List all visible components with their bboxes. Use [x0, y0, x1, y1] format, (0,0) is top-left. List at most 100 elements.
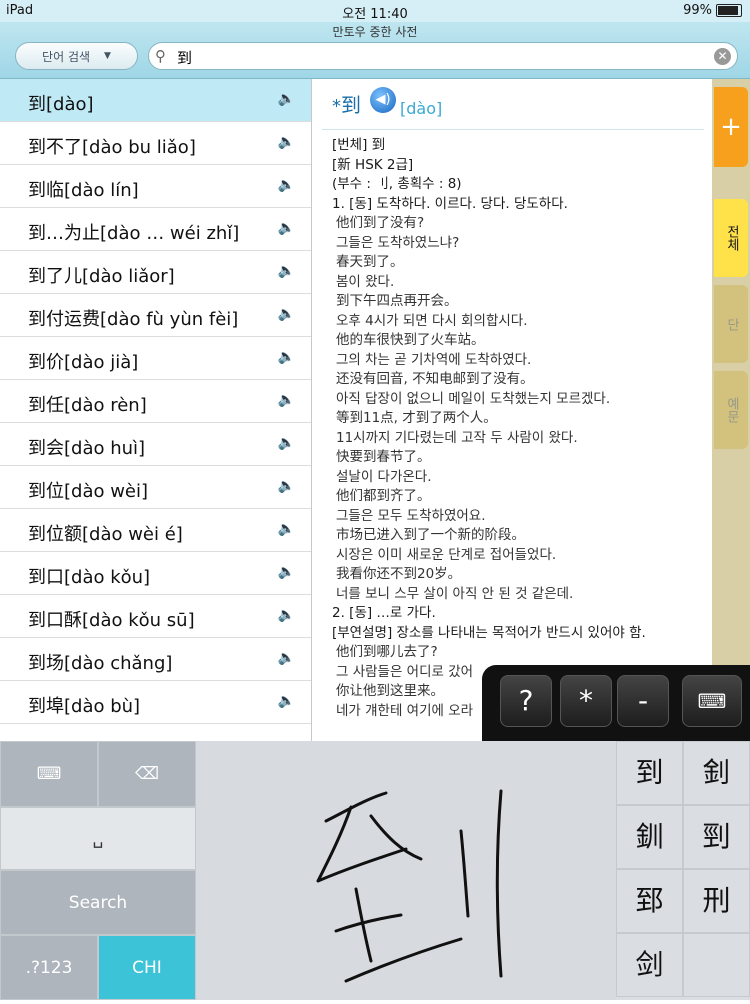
word-label: 到位[dào wèi]	[28, 481, 149, 502]
speaker-icon[interactable]: 🔈	[278, 435, 295, 451]
list-item[interactable]: 到…为止[dào … wéi zhǐ] 🔈	[0, 208, 311, 251]
search-input[interactable]	[175, 46, 699, 68]
search-field[interactable]: ⚲ ✕	[148, 42, 738, 70]
search-key[interactable]: Search	[0, 870, 196, 935]
candidate-empty	[683, 933, 750, 997]
speaker-icon[interactable]: 🔈	[278, 177, 295, 193]
candidate-char[interactable]: 剄	[683, 805, 750, 869]
example-line: 春天到了。	[336, 254, 404, 270]
example-line: 还没有回音, 不知电邮到了没有。	[336, 371, 534, 387]
example-line: 봄이 왔다.	[336, 273, 395, 290]
handwriting-pad[interactable]	[196, 741, 616, 1000]
list-item[interactable]: 到口酥[dào kǒu sū] 🔈	[0, 595, 311, 638]
tab-words[interactable]: 단	[714, 285, 748, 363]
definition-line: (부수 : 刂, 총획수 : 8)	[332, 176, 462, 192]
star-key[interactable]: *	[560, 675, 612, 727]
dash-key[interactable]: -	[617, 675, 669, 727]
list-item[interactable]: 到埠[dào bù] 🔈	[0, 681, 311, 724]
headword-text: 到	[341, 93, 361, 117]
search-mode-label: 단어 검색	[42, 49, 91, 64]
definition-text: [번체] 到 [新 HSK 2급] (부수 : 刂, 총획수 : 8) 1. [동] …	[332, 136, 707, 721]
list-item[interactable]: 到任[dào rèn] 🔈	[0, 380, 311, 423]
space-key[interactable]: ␣	[0, 807, 196, 870]
handwriting-toolbar: ? * - ⌨	[482, 665, 750, 741]
word-label: 到[dào]	[28, 94, 94, 115]
list-item[interactable]: 到口[dào kǒu] 🔈	[0, 552, 311, 595]
app-bar: 만토우 중한 사전 단어 검색 ▼ ⚲ ✕	[0, 22, 750, 79]
handwriting-strokes	[316, 789, 503, 983]
definition-line: 1. [동] 도착하다. 이르다. 당다. 당도하다.	[332, 195, 568, 212]
backspace-icon[interactable]: ⌫	[98, 741, 196, 807]
keyboard-icon[interactable]: ⌨	[682, 675, 742, 727]
word-label: 到…为止[dào … wéi zhǐ]	[28, 223, 240, 244]
list-item[interactable]: 到位额[dào wèi é] 🔈	[0, 509, 311, 552]
example-line: 오후 4시가 되면 다시 회의합시다.	[336, 312, 528, 329]
example-line: 快要到春节了。	[336, 449, 431, 465]
example-line: 그들은 도착하였느냐?	[336, 234, 460, 251]
candidate-char[interactable]: 到	[616, 741, 683, 805]
list-item[interactable]: 到[dào] 🔈	[0, 79, 311, 122]
clear-search-icon[interactable]: ✕	[714, 48, 731, 65]
list-item[interactable]: 到会[dào huì] 🔈	[0, 423, 311, 466]
numbers-key[interactable]: .?123	[0, 935, 98, 1000]
keyboard-hide-icon[interactable]: ⌨	[0, 741, 98, 807]
tab-examples[interactable]: 예문	[714, 371, 748, 449]
speaker-icon[interactable]: 🔈	[278, 91, 295, 107]
speaker-icon[interactable]: 🔈	[278, 521, 295, 537]
candidate-char[interactable]: 剑	[616, 933, 683, 997]
example-line: 他们都到齐了。	[336, 488, 431, 504]
list-item[interactable]: 到价[dào jià] 🔈	[0, 337, 311, 380]
definition-line: [부연설명] 장소를 나타내는 목적어가 반드시 있어야 함.	[332, 624, 646, 641]
speaker-icon[interactable]: 🔈	[278, 650, 295, 666]
candidate-panel: 到 釗 釧 剄 郅 刑 剑	[616, 741, 750, 1000]
search-mode-dropdown[interactable]: 단어 검색 ▼	[15, 42, 138, 70]
clock: 오전 11:40	[342, 7, 408, 22]
word-label: 到场[dào chǎng]	[28, 653, 173, 674]
list-item[interactable]: 到临[dào lín] 🔈	[0, 165, 311, 208]
list-item[interactable]: 到不了[dào bu liǎo] 🔈	[0, 122, 311, 165]
definition-line: [번체] 到	[332, 137, 386, 153]
example-line: 그들은 모두 도착하였어요.	[336, 507, 486, 524]
favorite-star[interactable]: *	[332, 96, 341, 117]
speaker-icon[interactable]: 🔈	[278, 478, 295, 494]
word-list[interactable]: 到[dào] 🔈 到不了[dào bu liǎo] 🔈 到临[dào lín] 🔈 到…为止…	[0, 79, 312, 744]
speaker-icon[interactable]: 🔈	[278, 263, 295, 279]
example-line: 너를 보니 스무 살이 아직 안 된 것 같은데.	[336, 585, 574, 602]
tab-all[interactable]: 전체	[714, 199, 748, 277]
word-label: 到任[dào rèn]	[28, 395, 147, 416]
speaker-icon[interactable]: ◀)	[370, 87, 396, 113]
candidate-char[interactable]: 刑	[683, 869, 750, 933]
candidate-char[interactable]: 釧	[616, 805, 683, 869]
handwriting-keyboard: ⌨ ⌫ ␣ Search .?123 CHI 到 釗 釧 剄 郅 刑 剑	[0, 741, 750, 1000]
word-label: 到埠[dào bù]	[28, 696, 141, 717]
language-key[interactable]: CHI	[98, 935, 196, 1000]
question-key[interactable]: ?	[500, 675, 552, 727]
example-line: 他们到哪儿去了?	[336, 644, 438, 660]
speaker-icon[interactable]: 🔈	[278, 392, 295, 408]
example-line: 到下午四点再开会。	[336, 293, 458, 309]
list-item[interactable]: 到位[dào wèi] 🔈	[0, 466, 311, 509]
speaker-icon[interactable]: 🔈	[278, 220, 295, 236]
list-item[interactable]: 到付运费[dào fù yùn fèi] 🔈	[0, 294, 311, 337]
battery-indicator: 99%	[683, 3, 742, 18]
list-item[interactable]: 到了儿[dào liǎor] 🔈	[0, 251, 311, 294]
add-tab[interactable]: +	[714, 87, 748, 167]
candidate-char[interactable]: 郅	[616, 869, 683, 933]
speaker-icon[interactable]: 🔈	[278, 607, 295, 623]
speaker-icon[interactable]: 🔈	[278, 349, 295, 365]
side-tabs: + 전체 단 예문	[712, 79, 750, 744]
example-line: 시장은 이미 새로운 단계로 접어들었다.	[336, 546, 557, 563]
definition-line: [新 HSK 2급]	[332, 156, 414, 173]
battery-icon	[716, 4, 742, 17]
speaker-icon[interactable]: 🔈	[278, 134, 295, 150]
speaker-icon[interactable]: 🔈	[278, 306, 295, 322]
speaker-icon[interactable]: 🔈	[278, 564, 295, 580]
speaker-icon[interactable]: 🔈	[278, 693, 295, 709]
list-item[interactable]: 到场[dào chǎng] 🔈	[0, 638, 311, 681]
divider	[322, 129, 704, 130]
example-line: 설날이 다가온다.	[336, 468, 432, 485]
word-label: 到口[dào kǒu]	[28, 567, 151, 588]
word-label: 到会[dào huì]	[28, 438, 146, 459]
candidate-char[interactable]: 釗	[683, 741, 750, 805]
entry-pinyin: [dào]	[400, 99, 443, 118]
